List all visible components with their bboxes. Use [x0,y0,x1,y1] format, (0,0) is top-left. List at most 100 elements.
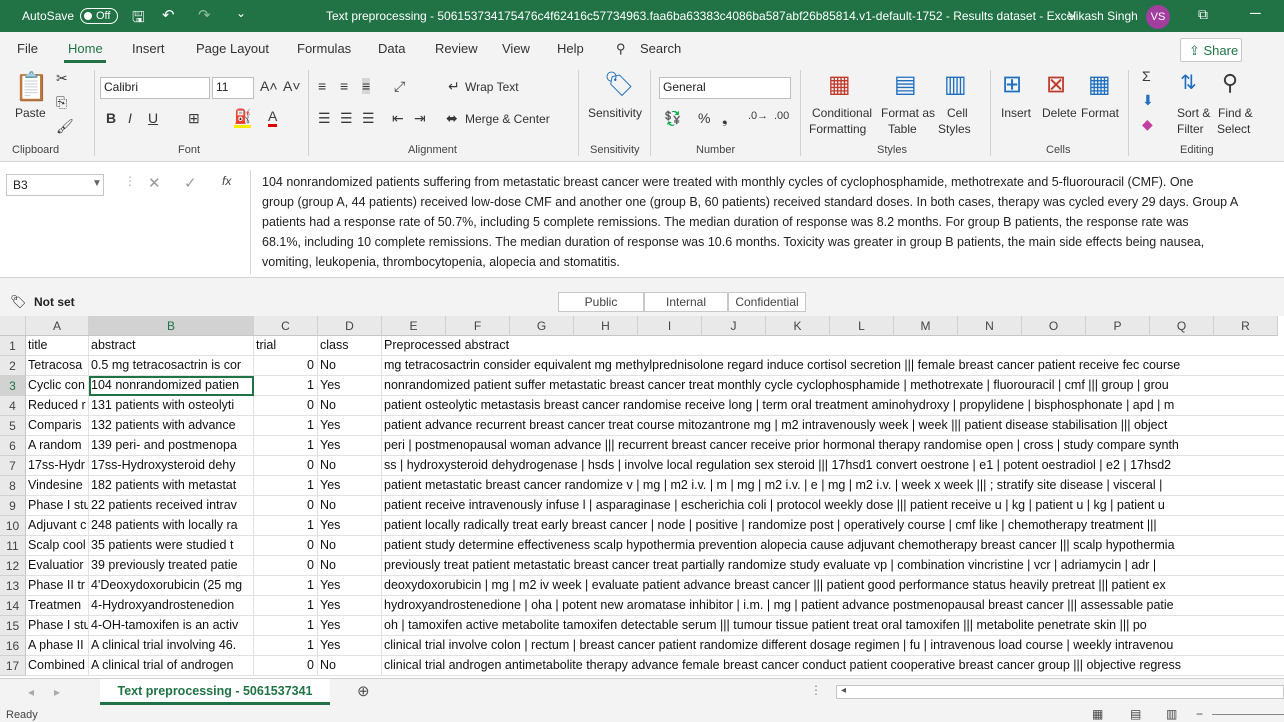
minimize-icon[interactable]: ─ [1250,5,1261,22]
cell-c5[interactable]: 1 [254,416,318,436]
cell-b12[interactable]: 39 previously treated patie [89,556,254,576]
save-icon[interactable]: 🖫 [132,7,145,32]
column-header-a[interactable]: A [26,316,89,336]
cell-b7[interactable]: 17ss-Hydroxysteroid dehy [89,456,254,476]
scroll-left-icon[interactable]: ◂ [841,685,846,696]
row-header-4[interactable]: 4 [0,396,26,416]
cell-b3[interactable]: 104 nonrandomized patien [89,376,254,396]
find-select-button[interactable]: Find & [1218,106,1253,120]
row-header-8[interactable]: 8 [0,476,26,496]
clear-icon[interactable]: ◆ [1142,116,1153,133]
accounting-format-icon[interactable]: 💱 [664,110,681,127]
menu-home[interactable]: Home [68,41,103,56]
cell-e6[interactable]: peri | postmenopausal woman advance ||| … [382,436,1284,456]
menu-help[interactable]: Help [557,41,584,56]
align-top-icon[interactable]: ≡ [318,78,326,94]
bold-icon[interactable]: B [106,110,116,126]
column-header-i[interactable]: I [638,316,702,336]
paste-button[interactable]: Paste [15,106,46,120]
search-box[interactable]: Search [640,41,681,56]
cell-d8[interactable]: Yes [318,476,382,496]
page-layout-view-icon[interactable]: ▤ [1130,707,1141,721]
cell-d16[interactable]: Yes [318,636,382,656]
cell-d9[interactable]: No [318,496,382,516]
autosave-toggle[interactable]: Off [80,8,118,24]
cell-c12[interactable]: 0 [254,556,318,576]
column-header-p[interactable]: P [1086,316,1150,336]
add-sheet-icon[interactable]: ⊕ [357,682,370,700]
column-header-l[interactable]: L [830,316,894,336]
cell-b6[interactable]: 139 peri- and postmenopa [89,436,254,456]
cell-a9[interactable]: Phase I stu [26,496,89,516]
search-icon[interactable]: ⚲ [616,41,626,57]
wrap-text-icon[interactable]: ↵ [448,78,460,95]
row-header-12[interactable]: 12 [0,556,26,576]
undo-icon[interactable]: ↶ [162,6,175,24]
row-header-13[interactable]: 13 [0,576,26,596]
cell-a3[interactable]: Cyclic con [26,376,89,396]
format-cells-icon[interactable]: ▦ [1088,70,1111,99]
row-header-7[interactable]: 7 [0,456,26,476]
cell-a12[interactable]: Evaluatior [26,556,89,576]
insert-cells-icon[interactable]: ⊞ [1002,70,1022,99]
decrease-decimal-icon[interactable]: .00 [774,110,789,122]
column-header-c[interactable]: C [254,316,318,336]
delete-cells-button[interactable]: Delete [1042,106,1077,120]
cell-styles-icon[interactable]: ▥ [944,70,967,99]
row-header-17[interactable]: 17 [0,656,26,676]
cell-c6[interactable]: 1 [254,436,318,456]
insert-function-icon[interactable]: fx [222,174,231,188]
row-header-10[interactable]: 10 [0,516,26,536]
cell-b2[interactable]: 0.5 mg tetracosactrin is cor [89,356,254,376]
orientation-icon[interactable]: ⤢ [394,78,405,95]
cell-c14[interactable]: 1 [254,596,318,616]
cell-b8[interactable]: 182 patients with metastat [89,476,254,496]
column-header-o[interactable]: O [1022,316,1086,336]
cell-e17[interactable]: clinical trial androgen antimetabolite t… [382,656,1284,676]
decrease-indent-icon[interactable]: ⇤ [392,110,404,127]
cell-c7[interactable]: 0 [254,456,318,476]
cell-a15[interactable]: Phase I stu [26,616,89,636]
cell-b13[interactable]: 4'Deoxydoxorubicin (25 mg [89,576,254,596]
cell-d6[interactable]: Yes [318,436,382,456]
cell-c9[interactable]: 0 [254,496,318,516]
cell-d1[interactable]: class [318,336,382,356]
sensitivity-icon[interactable]: 🏷 [604,70,634,99]
cell-b14[interactable]: 4-Hydroxyandrostenedion [89,596,254,616]
font-size-select[interactable]: 11 [212,77,254,99]
cell-a4[interactable]: Reduced r [26,396,89,416]
cell-a2[interactable]: Tetracosa [26,356,89,376]
row-header-3[interactable]: 3 [0,376,26,396]
cell-e3[interactable]: nonrandomized patient suffer metastatic … [382,376,1284,396]
cell-d7[interactable]: No [318,456,382,476]
sheet-tab-active[interactable]: Text preprocessing - 5061537341 [100,679,330,705]
cell-a11[interactable]: Scalp cool [26,536,89,556]
underline-icon[interactable]: U [148,110,158,126]
horizontal-scrollbar[interactable]: ◂ [836,685,1284,699]
cell-b9[interactable]: 22 patients received intrav [89,496,254,516]
comma-style-icon[interactable]: ❟ [722,110,728,127]
increase-indent-icon[interactable]: ⇥ [414,110,426,127]
align-bottom-icon[interactable]: ≡ [362,78,371,94]
copy-icon[interactable]: ⎘ [56,94,67,111]
cell-c13[interactable]: 1 [254,576,318,596]
cell-c4[interactable]: 0 [254,396,318,416]
cell-b15[interactable]: 4-OH-tamoxifen is an activ [89,616,254,636]
zoom-out-icon[interactable]: − [1196,707,1203,721]
column-header-g[interactable]: G [510,316,574,336]
column-header-n[interactable]: N [958,316,1022,336]
column-header-d[interactable]: D [318,316,382,336]
cell-b10[interactable]: 248 patients with locally ra [89,516,254,536]
customize-quick-access-icon[interactable]: ⌄ [236,6,246,20]
cell-e8[interactable]: patient metastatic breast cancer randomi… [382,476,1284,496]
sort-filter-button[interactable]: Sort & [1177,106,1210,120]
cell-e7[interactable]: ss | hydroxysteroid dehydrogenase | hsds… [382,456,1284,476]
borders-icon[interactable]: ⊞ [188,110,200,127]
column-header-m[interactable]: M [894,316,958,336]
format-as-table-button[interactable]: Format as [881,106,935,120]
format-cells-button[interactable]: Format [1081,106,1119,120]
label-internal-button[interactable]: Internal [644,292,728,312]
delete-cells-icon[interactable]: ⊠ [1046,70,1066,99]
cell-e12[interactable]: previously treat patient metastatic brea… [382,556,1284,576]
cell-a1[interactable]: title [26,336,89,356]
